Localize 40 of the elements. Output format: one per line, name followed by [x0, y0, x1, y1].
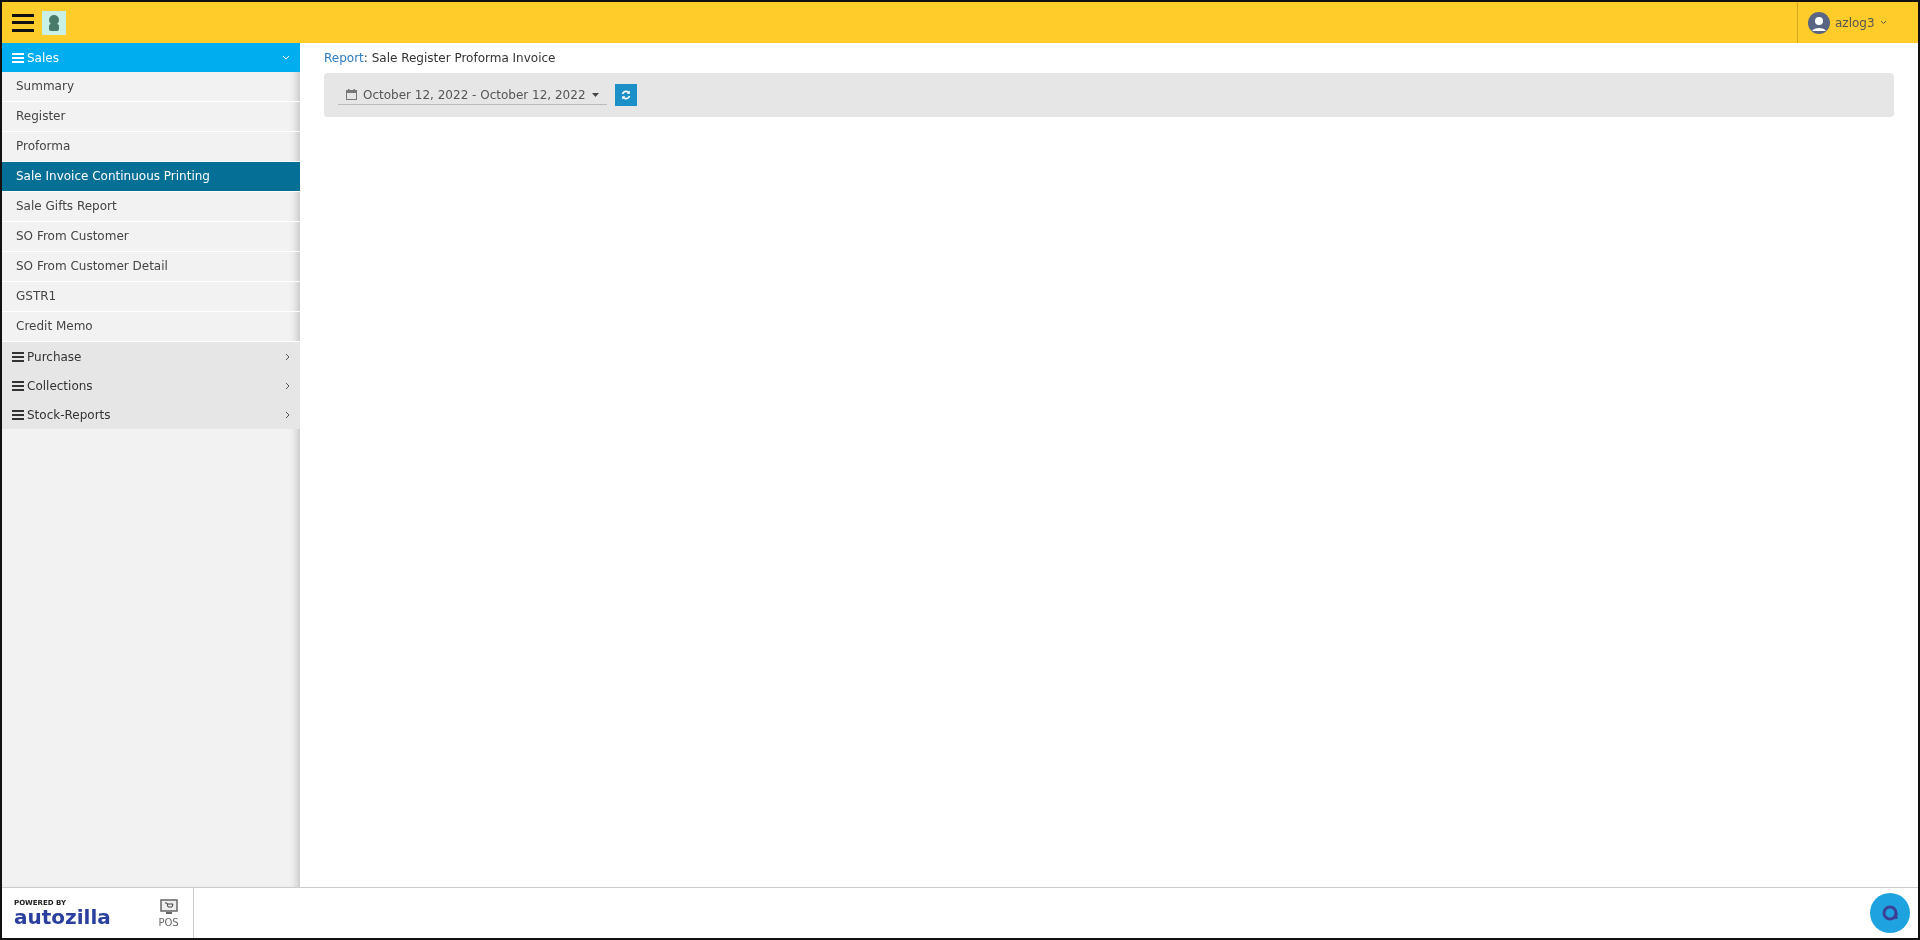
menu-icon	[12, 409, 24, 420]
calendar-icon	[346, 89, 357, 100]
sidebar-item[interactable]: Register	[2, 102, 300, 132]
username: azlog3	[1835, 15, 1875, 30]
refresh-icon	[620, 90, 631, 100]
avatar-icon	[1808, 11, 1830, 34]
sidebar-group-header[interactable]: Purchase	[2, 342, 300, 371]
group-label: Stock-Reports	[27, 407, 112, 422]
sidebar-item[interactable]: SO From Customer Detail	[2, 252, 300, 282]
breadcrumb-separator: :	[363, 51, 368, 65]
pos-button[interactable]: POS	[144, 888, 194, 938]
caret-down-icon	[591, 92, 599, 97]
user-menu[interactable]: azlog3	[1797, 2, 1918, 43]
sidebar-group-header[interactable]: Collections	[2, 371, 300, 400]
group-label: Sales	[27, 50, 60, 65]
group-label: Collections	[27, 378, 94, 393]
chevron-right-icon	[285, 381, 290, 390]
date-range-picker[interactable]: October 12, 2022 - October 12, 2022	[338, 85, 607, 105]
chevron-down-icon	[1879, 20, 1887, 25]
sidebar-item[interactable]: Summary	[2, 72, 300, 102]
refresh-button[interactable]	[614, 84, 637, 106]
sidebar-group-header[interactable]: Stock-Reports	[2, 400, 300, 429]
sidebar-item[interactable]: Sale Gifts Report	[2, 192, 300, 222]
menu-icon[interactable]	[12, 13, 34, 32]
menu-icon	[12, 380, 24, 391]
breadcrumb-link[interactable]: Report	[324, 51, 364, 65]
sidebar-item[interactable]: GSTR1	[2, 282, 300, 312]
at-sign-icon	[1881, 904, 1899, 922]
emblem-logo-icon	[42, 10, 66, 35]
chevron-down-icon	[282, 55, 290, 60]
menu-icon	[12, 351, 24, 362]
monitor-cart-icon	[159, 898, 178, 915]
chevron-right-icon	[285, 352, 290, 361]
chevron-right-icon	[285, 410, 290, 419]
group-label: Purchase	[27, 349, 83, 364]
menu-icon	[12, 52, 24, 63]
page-title: Sale Register Proforma Invoice	[371, 51, 556, 65]
sidebar-item[interactable]: Sale Invoice Continuous Printing	[2, 162, 300, 192]
sidebar-item[interactable]: SO From Customer	[2, 222, 300, 252]
chat-button[interactable]	[1870, 893, 1910, 933]
